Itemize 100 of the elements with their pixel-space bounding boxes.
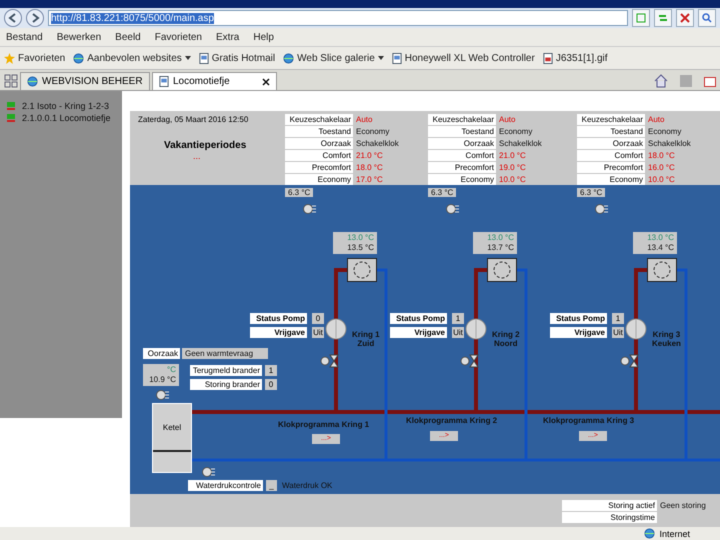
circuit-name: Kring 1 Zuid bbox=[352, 330, 380, 348]
status-zone: Internet bbox=[659, 528, 690, 538]
setting-value: Economy bbox=[499, 126, 532, 137]
favorites-link[interactable]: Favorieten bbox=[4, 52, 66, 64]
circuit-name: Kring 3 Keuken bbox=[652, 330, 681, 348]
pump-status-label: Status Pomp bbox=[550, 313, 607, 324]
outdoor-temperature: 6.3 °C bbox=[428, 188, 456, 197]
pump-status-label: Status Pomp bbox=[250, 313, 307, 324]
setting-label: Keuzeschakelaar bbox=[428, 114, 496, 125]
pump-status-value: 1 bbox=[452, 313, 464, 324]
setting-label: Economy bbox=[285, 174, 353, 185]
setting-label: Comfort bbox=[428, 150, 496, 161]
water-pressure-button[interactable]: _ bbox=[266, 480, 277, 491]
setting-label: Toestand bbox=[577, 126, 645, 137]
favorites-link[interactable]: Honeywell XL Web Controller bbox=[392, 52, 535, 64]
quick-tabs-icon[interactable] bbox=[4, 74, 18, 88]
menu-item[interactable]: Beeld bbox=[115, 32, 141, 42]
burner-value: 1 bbox=[265, 365, 277, 376]
setting-label: Precomfort bbox=[577, 162, 645, 173]
fault-label: Storing actief bbox=[562, 500, 657, 512]
fault-value: Geen storing bbox=[660, 500, 706, 512]
setting-label: Keuzeschakelaar bbox=[285, 114, 353, 125]
radiator-icon bbox=[487, 258, 517, 282]
setting-value: 21.0 °C bbox=[499, 150, 526, 161]
back-button[interactable] bbox=[4, 9, 22, 27]
room-temperature-display: 13.0 °C 13.5 °C bbox=[333, 232, 377, 254]
forward-button[interactable] bbox=[26, 9, 44, 27]
setting-label: Comfort bbox=[285, 150, 353, 161]
setting-value: 16.0 °C bbox=[648, 162, 675, 173]
sidebar-item[interactable]: 2.1 Isoto - Kring 1-2-3 bbox=[0, 101, 122, 111]
search-icon[interactable] bbox=[698, 9, 716, 27]
device-icon bbox=[6, 113, 16, 123]
browser-tab[interactable]: WEBVISION BEHEER bbox=[20, 72, 150, 90]
setting-value: Schakelklok bbox=[499, 138, 542, 149]
caret-icon bbox=[378, 56, 384, 60]
setting-value: 17.0 °C bbox=[356, 174, 383, 185]
release-value: Uit bbox=[312, 327, 324, 338]
fault-label: Storingstime bbox=[562, 512, 657, 524]
setting-label: Keuzeschakelaar bbox=[577, 114, 645, 125]
sensor-icon bbox=[446, 203, 460, 215]
caret-icon bbox=[184, 56, 191, 60]
setting-label: Oorzaak bbox=[577, 138, 645, 149]
setting-value: 21.0 °C bbox=[356, 150, 383, 161]
holiday-periods-title: Vakantieperiodes bbox=[164, 140, 248, 151]
outdoor-temperature: 6.3 °C bbox=[577, 188, 606, 197]
release-label: Vrijgave bbox=[250, 327, 307, 338]
menu-item[interactable]: Favorieten bbox=[154, 32, 202, 42]
setting-value: Auto bbox=[499, 114, 516, 125]
sidebar-item[interactable]: 2.1.0.0.1 Locomotiefje bbox=[0, 113, 122, 123]
favorites-link[interactable]: Web Slice galerie bbox=[283, 52, 384, 64]
pump-status-value: 0 bbox=[312, 313, 324, 324]
setting-label: Precomfort bbox=[285, 162, 353, 173]
close-icon[interactable] bbox=[262, 78, 270, 86]
address-field[interactable]: http://81.83.221:8075/5000/main.asp bbox=[48, 10, 628, 26]
valve-icon bbox=[320, 353, 340, 369]
setting-label: Economy bbox=[428, 174, 496, 185]
menu-item[interactable]: Bewerken bbox=[56, 32, 102, 42]
cause-value: Geen warmtevraag bbox=[182, 348, 268, 359]
setting-value: 10.0 °C bbox=[648, 174, 675, 185]
home-icon[interactable] bbox=[654, 74, 668, 88]
image-file-icon bbox=[542, 52, 553, 64]
radiator-icon bbox=[647, 258, 677, 282]
sensor-icon bbox=[156, 389, 170, 401]
favorites-link[interactable]: Aanbevolen websites bbox=[73, 52, 191, 64]
sensor-icon bbox=[595, 203, 609, 215]
clock-program-label: Klokprogramma Kring 3 bbox=[543, 416, 634, 425]
setting-value: Auto bbox=[356, 114, 372, 125]
page-icon bbox=[198, 52, 209, 64]
cause-label: Oorzaak bbox=[143, 348, 180, 359]
setting-value: 10.0 °C bbox=[499, 174, 526, 185]
release-value: Uit bbox=[452, 327, 464, 338]
globe-icon bbox=[283, 52, 294, 64]
valve-icon bbox=[460, 353, 480, 369]
device-icon bbox=[6, 101, 16, 111]
pump-status-value: 1 bbox=[612, 313, 624, 324]
setting-value: Auto bbox=[648, 114, 664, 125]
setting-label: Toestand bbox=[428, 126, 496, 137]
sensor-icon bbox=[202, 466, 216, 478]
setting-value: 18.0 °C bbox=[648, 150, 675, 161]
date-time: Zaterdag, 05 Maart 2016 12:50 bbox=[138, 115, 250, 124]
clock-program-label: Klokprogramma Kring 2 bbox=[406, 416, 498, 425]
setting-value: 18.0 °C bbox=[356, 162, 383, 173]
setting-label: Oorzaak bbox=[428, 138, 496, 149]
browser-tab[interactable]: Locomotiefje bbox=[152, 72, 277, 90]
outdoor-temperature: 6.3 °C bbox=[285, 188, 314, 197]
menu-item[interactable]: Bestand bbox=[6, 32, 43, 42]
favorites-link[interactable]: J6351[1].gif bbox=[542, 52, 608, 64]
release-label: Vrijgave bbox=[550, 327, 607, 338]
water-pressure-status: Waterdruk OK bbox=[282, 481, 332, 490]
favorites-link[interactable]: Gratis Hotmail bbox=[198, 52, 276, 64]
globe-icon bbox=[73, 52, 84, 64]
globe-icon bbox=[27, 76, 38, 87]
circuit-name: Kring 2 Noord bbox=[492, 330, 520, 348]
setting-label: Oorzaak bbox=[285, 138, 353, 149]
menu-item[interactable]: Extra bbox=[216, 32, 240, 42]
setting-value: Economy bbox=[648, 126, 682, 137]
valve-icon bbox=[620, 353, 640, 369]
menu-item[interactable]: Help bbox=[253, 32, 274, 42]
pump-icon bbox=[625, 318, 647, 340]
water-pressure-label: Waterdrukcontrole bbox=[188, 480, 263, 491]
